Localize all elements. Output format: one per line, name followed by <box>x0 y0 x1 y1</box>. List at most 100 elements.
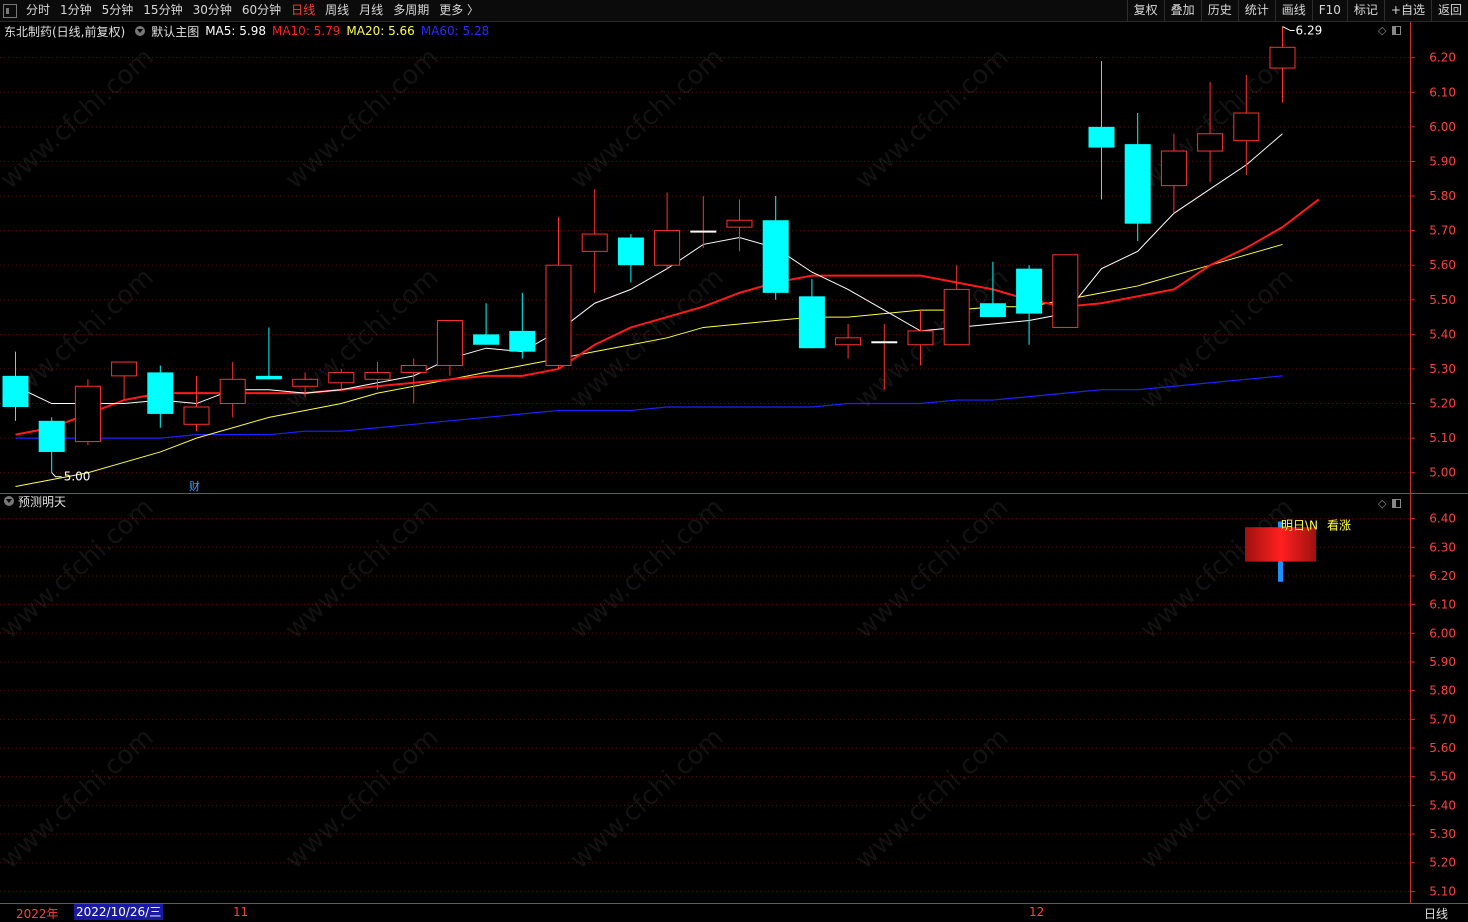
dropdown-icon[interactable] <box>135 26 146 36</box>
ytick-main-3: 5.90 <box>1429 154 1456 168</box>
ytick-sub-12: 5.20 <box>1429 856 1456 870</box>
candle-8 <box>292 372 319 397</box>
period-3[interactable]: 15分钟 <box>138 0 187 21</box>
high-label: 6.29 <box>1296 24 1323 38</box>
split-icon[interactable] <box>1392 499 1402 508</box>
indicator-label-a: 明日\N <box>1281 518 1318 532</box>
ytick-main-11: 5.10 <box>1429 431 1456 445</box>
candle-23 <box>835 323 862 359</box>
indicator-dropdown-icon[interactable] <box>4 496 14 506</box>
candle-body-3 <box>111 361 138 377</box>
ytick-sub-6: 5.80 <box>1429 684 1456 698</box>
period-1[interactable]: 1分钟 <box>55 0 97 21</box>
ytick-sub-13: 5.10 <box>1429 884 1456 898</box>
candle-12 <box>436 320 463 376</box>
watermark-8: www.cfchi.com <box>850 262 1015 415</box>
split-icon[interactable] <box>1392 26 1402 35</box>
ma5-path <box>15 133 1283 405</box>
diamond-icon[interactable]: ◇ <box>1378 24 1386 37</box>
candle-body-10 <box>364 371 391 380</box>
candle-33 <box>1197 81 1224 183</box>
candle-11 <box>400 358 427 404</box>
indicator-title: 预测明天 <box>18 494 67 509</box>
ytick-main-1: 6.10 <box>1429 85 1456 99</box>
tool-button-1[interactable]: 叠加 <box>1163 0 1201 21</box>
period-0[interactable]: 分时 <box>21 0 55 21</box>
chart-mode[interactable]: 默认主图 <box>151 23 199 40</box>
period-label[interactable]: 日线 <box>1424 905 1448 922</box>
ytick-sub-7: 5.70 <box>1429 712 1456 726</box>
ma20-path <box>15 243 1283 488</box>
tool-button-5[interactable]: F10 <box>1311 0 1347 21</box>
watermark-0: www.cfchi.com <box>0 42 160 195</box>
period-7[interactable]: 周线 <box>320 0 354 21</box>
period-buttons: 分时 1分钟 5分钟 15分钟 30分钟 60分钟 日线 周线 月线 多周期 更多 〉 <box>0 0 484 21</box>
tool-button-4[interactable]: 画线 <box>1274 0 1312 21</box>
watermark-16: www.cfchi.com <box>280 722 445 875</box>
watermark-15: www.cfchi.com <box>0 722 160 875</box>
ma10-path <box>15 198 1320 436</box>
candle-19 <box>690 196 717 248</box>
candle-24 <box>871 323 898 390</box>
candle-body-34 <box>1233 112 1260 142</box>
candle-body-18 <box>654 230 681 266</box>
candle-body-14 <box>509 330 536 352</box>
period-9[interactable]: 多周期 <box>388 0 434 21</box>
candle-body-2 <box>74 385 101 443</box>
tool-button-2[interactable]: 历史 <box>1200 0 1238 21</box>
annotations: 6.29 5.00 财 <box>51 24 1323 493</box>
date-axis: 2022年 2022/10/26/三 11 12 日线 <box>0 903 1468 921</box>
ma10-line <box>15 198 1320 436</box>
panel-controls: ◇ <box>1378 24 1402 37</box>
watermark-10: www.cfchi.com <box>0 492 160 645</box>
candle-body-29 <box>1052 254 1079 328</box>
candle-body-13 <box>473 334 500 345</box>
candle-1 <box>38 417 65 473</box>
watermark-4: www.cfchi.com <box>1135 42 1300 195</box>
candle-body-1 <box>38 420 65 452</box>
month-tick-11: 11 <box>233 905 249 919</box>
candle-4 <box>147 365 174 428</box>
period-8[interactable]: 月线 <box>354 0 388 21</box>
ytick-sub-5: 5.90 <box>1429 655 1456 669</box>
ma10-label: MA10: 5.79 <box>271 24 341 38</box>
period-10[interactable]: 更多 〉 <box>434 0 484 21</box>
candle-body-0 <box>2 375 29 407</box>
candle-35 <box>1269 26 1296 103</box>
candle-body-35 <box>1269 46 1296 69</box>
watermark-14: www.cfchi.com <box>1135 492 1300 645</box>
candle-body-28 <box>1016 268 1043 314</box>
ytick-sub-3: 6.10 <box>1429 598 1456 612</box>
watermark-12: www.cfchi.com <box>565 492 730 645</box>
watermark-11: www.cfchi.com <box>280 492 445 645</box>
ytick-main-2: 6.00 <box>1429 120 1456 134</box>
grid-lines <box>0 22 1468 912</box>
tool-button-3[interactable]: 统计 <box>1237 0 1275 21</box>
tool-button-8[interactable]: 返回 <box>1430 0 1468 21</box>
period-5[interactable]: 60分钟 <box>237 0 286 21</box>
period-4[interactable]: 30分钟 <box>188 0 237 21</box>
tool-button-0[interactable]: 复权 <box>1126 0 1164 21</box>
ma60-line <box>15 375 1283 439</box>
diamond-icon[interactable]: ◇ <box>1378 497 1386 510</box>
watermark-2: www.cfchi.com <box>565 42 730 195</box>
candle-body-9 <box>328 371 355 384</box>
ma60-label: MA60: 5.28 <box>420 24 490 38</box>
panel-toggle-icon[interactable] <box>3 3 17 18</box>
ytick-main-4: 5.80 <box>1429 189 1456 203</box>
ytick-main-7: 5.50 <box>1429 293 1456 307</box>
candle-body-20 <box>726 219 753 228</box>
tool-button-7[interactable]: +自选 <box>1383 0 1431 21</box>
indicator-marks: 明日\N 看涨 <box>1245 517 1351 582</box>
tool-button-6[interactable]: 标记 <box>1346 0 1384 21</box>
ytick-sub-8: 5.60 <box>1429 741 1456 755</box>
period-2[interactable]: 5分钟 <box>97 0 139 21</box>
candle-body-8 <box>292 378 319 387</box>
candle-body-4 <box>147 372 174 414</box>
period-6[interactable]: 日线 <box>286 0 320 21</box>
ma-legend: 东北制药(日线,前复权) 默认主图 MA5: 5.98 MA10: 5.79 M… <box>0 22 495 40</box>
candle-18 <box>654 192 681 269</box>
indicator-controls: ◇ <box>1378 497 1402 510</box>
candle-6 <box>219 362 246 418</box>
candle-0 <box>2 351 29 421</box>
